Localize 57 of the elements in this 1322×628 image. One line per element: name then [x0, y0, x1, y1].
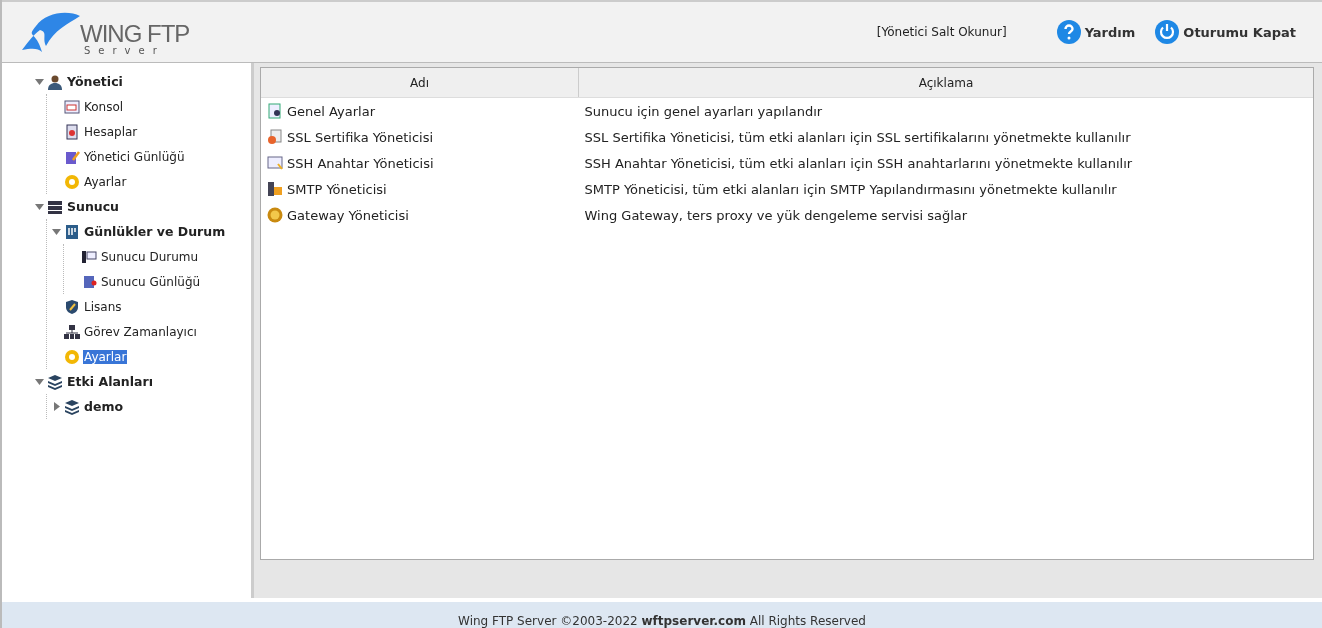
tree-item[interactable]: Yönetici: [66, 74, 124, 89]
expanded-arrow-icon[interactable]: [34, 77, 44, 86]
tree-item[interactable]: Ayarlar: [83, 349, 128, 364]
tree-item[interactable]: Lisans: [83, 299, 123, 314]
column-header: Adı: [261, 68, 579, 98]
footer-copyright: Wing FTP Server ©2003-2022 wftpserver.com All Rights Reserved: [458, 614, 866, 628]
tree-item[interactable]: demo: [83, 399, 125, 414]
table-cell[interactable]: Gateway Yöneticisi: [287, 207, 409, 223]
table-cell-text: SSL Sertifika Yöneticisi, tüm etki alanları için SSL sertifikalarını yönetmekte kullanılır: [583, 128, 1132, 147]
tree-item[interactable]: Görev Zamanlayıcı: [83, 324, 198, 339]
tree-item[interactable]: Konsol: [83, 99, 125, 114]
help-link[interactable]: Yardım: [1056, 20, 1136, 44]
tree-item[interactable]: Hesaplar: [83, 124, 139, 139]
sun-gear-icon: [267, 207, 283, 223]
help-icon: [1056, 20, 1081, 44]
mail-server-icon: [267, 181, 283, 197]
table-cell[interactable]: SMTP Yöneticisi: [287, 181, 387, 197]
admin-icon: [47, 73, 63, 90]
computer-monitor-icon: [81, 248, 97, 265]
power-icon: [1155, 20, 1180, 44]
table-cell[interactable]: Genel Ayarlar: [287, 103, 375, 119]
table-cell-text: SMTP Yöneticisi, tüm etki alanları için SMTP Yapılandırmasını yönetmekte kullanılır: [583, 180, 1118, 199]
column-header: Açıklama: [578, 68, 1313, 98]
key-window-icon: [267, 155, 283, 171]
settings-document-icon: [267, 103, 283, 119]
stacked-layers-icon: [64, 398, 80, 415]
tree-item[interactable]: Sunucu: [66, 199, 120, 214]
tree-item[interactable]: Günlükler ve Durum: [83, 224, 227, 239]
logo-subtitle: Server: [84, 46, 166, 56]
logo-title: WING FTP: [80, 22, 190, 46]
expanded-arrow-icon[interactable]: [51, 227, 61, 236]
console-window-icon: [64, 98, 80, 115]
shield-icon: [64, 298, 80, 315]
expanded-arrow-icon[interactable]: [34, 377, 44, 386]
gear-icon: [64, 348, 80, 365]
table-cell-text: SSH Anahtar Yöneticisi, tüm etki alanları için SSH anahtarlarını yönetmekte kullanılır: [583, 154, 1134, 173]
certificate-icon: [267, 129, 283, 145]
network-hierarchy-icon: [64, 323, 80, 340]
collapsed-arrow-icon[interactable]: [51, 402, 61, 411]
log-file-icon: [81, 273, 97, 290]
tree-item[interactable]: Sunucu Durumu: [100, 249, 200, 264]
table-cell[interactable]: SSH Anahtar Yöneticisi: [287, 155, 434, 171]
gear-icon: [64, 173, 80, 190]
tree-item[interactable]: Sunucu Günlüğü: [100, 274, 202, 289]
stacked-layers-icon: [47, 373, 63, 390]
document-icon: [64, 223, 80, 240]
table-cell-text: Wing Gateway, ters proxy ve yük dengeleme servisi sağlar: [583, 206, 969, 225]
expanded-arrow-icon[interactable]: [34, 202, 44, 211]
tree-item[interactable]: Yönetici Günlüğü: [83, 149, 186, 164]
role-label: [Yönetici Salt Okunur]: [876, 25, 1007, 39]
table-cell[interactable]: SSL Sertifika Yöneticisi: [287, 129, 434, 145]
logout-link[interactable]: Oturumu Kapat: [1155, 20, 1296, 44]
server-rack-icon: [47, 198, 63, 215]
account-card-icon: [64, 123, 80, 140]
tree-item[interactable]: Etki Alanları: [66, 374, 154, 389]
tree-item[interactable]: Ayarlar: [83, 174, 128, 189]
table-cell: Sunucu için genel ayarları yapılandır: [578, 97, 1313, 124]
